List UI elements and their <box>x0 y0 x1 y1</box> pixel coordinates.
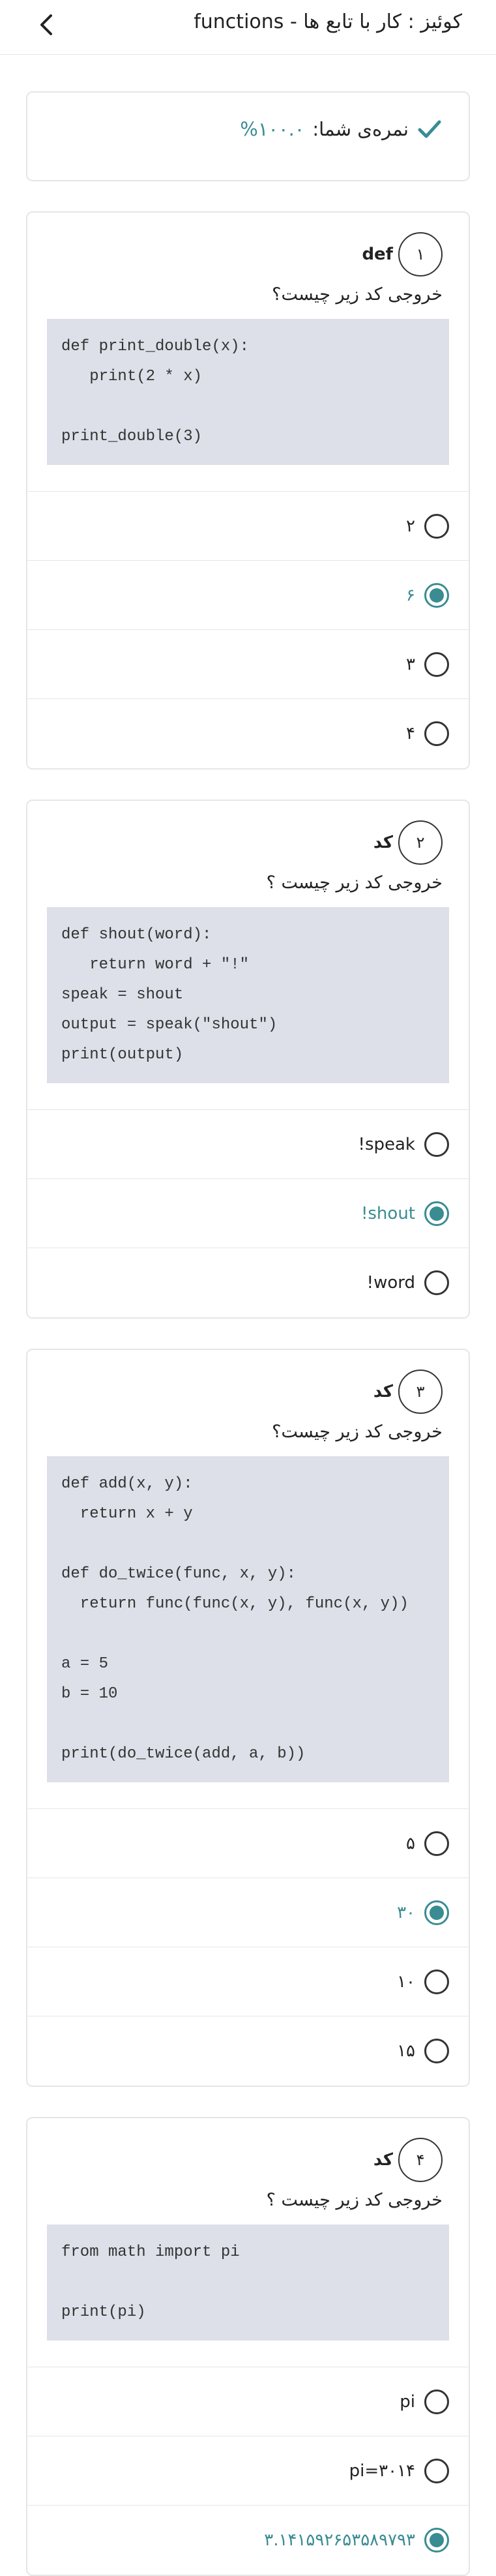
radio-button[interactable] <box>424 2389 449 2414</box>
option-label: pi=۳۰۱۴ <box>349 2461 415 2481</box>
answer-option[interactable]: ۴ <box>27 699 469 768</box>
chevron-left-icon[interactable] <box>34 12 60 38</box>
option-label: ۴ <box>406 724 415 743</box>
option-label: pi <box>400 2391 415 2412</box>
option-label: ۳ <box>406 654 415 674</box>
radio-button[interactable] <box>424 721 449 746</box>
radio-button[interactable] <box>424 513 449 539</box>
answer-option[interactable]: pi <box>27 2367 469 2436</box>
radio-button[interactable] <box>424 582 449 608</box>
score-card: نمره‌ی شما: %۱۰۰.۰ <box>26 91 470 181</box>
options-list: ۲ ۶ ۳ ۴ <box>27 491 469 768</box>
answer-option[interactable]: speak! <box>27 1110 469 1179</box>
option-label: ۱۵ <box>397 2041 415 2061</box>
answer-option[interactable]: ۳ <box>27 630 469 699</box>
option-label: ۲ <box>406 516 415 536</box>
question-number: ۱ <box>398 232 443 277</box>
option-label: ۳.۱۴۱۵۹۲۶۵۳۵۸۹۷۹۳ <box>264 2530 415 2550</box>
option-label: ۶ <box>406 585 415 605</box>
option-label: speak! <box>358 1134 415 1154</box>
radio-button[interactable] <box>424 1969 449 1994</box>
radio-button[interactable] <box>424 2528 449 2553</box>
answer-option[interactable]: ۱۵ <box>27 2016 469 2086</box>
answer-option[interactable]: ۵ <box>27 1809 469 1878</box>
answer-option[interactable]: shout! <box>27 1179 469 1248</box>
question-text: خروجی کد زیر چیست؟ <box>272 1422 443 1442</box>
option-label: ۱۰ <box>397 1971 415 1992</box>
answer-option[interactable]: pi=۳۰۱۴ <box>27 2436 469 2506</box>
answer-option[interactable]: ۶ <box>27 561 469 630</box>
question-text: خروجی کد زیر چیست؟ <box>272 284 443 305</box>
option-label: word! <box>366 1273 415 1293</box>
question-text: خروجی کد زیر چیست ؟ <box>266 2190 443 2210</box>
option-label: ۵ <box>406 1833 415 1853</box>
answer-option[interactable]: ۲ <box>27 492 469 561</box>
question-tag: کد <box>373 1382 393 1401</box>
score-value: %۱۰۰.۰ <box>240 118 305 140</box>
options-list: pi pi=۳۰۱۴ ۳.۱۴۱۵۹۲۶۵۳۵۸۹۷۹۳ <box>27 2367 469 2575</box>
question-text: خروجی کد زیر چیست ؟ <box>266 873 443 893</box>
code-block: def print_double(x): print(2 * x) print_… <box>47 319 449 465</box>
radio-button[interactable] <box>424 2458 449 2483</box>
question-card: ۱ def خروجی کد زیر چیست؟ def print_doubl… <box>26 211 470 770</box>
radio-button[interactable] <box>424 2039 449 2063</box>
question-number: ۲ <box>398 820 443 865</box>
code-block: def shout(word): return word + "!" speak… <box>47 907 449 1083</box>
answer-option[interactable]: ۳.۱۴۱۵۹۲۶۵۳۵۸۹۷۹۳ <box>27 2506 469 2575</box>
radio-button[interactable] <box>424 651 449 677</box>
header-bar: کوئیز : کار با تابع ها - functions <box>0 0 496 55</box>
check-icon <box>418 120 441 138</box>
answer-option[interactable]: word! <box>27 1248 469 1317</box>
option-label: ۳۰ <box>397 1902 415 1923</box>
option-label: shout! <box>360 1203 415 1223</box>
answer-option[interactable]: ۱۰ <box>27 1947 469 2016</box>
score-label: نمره‌ی شما: <box>312 118 409 140</box>
question-tag: کد <box>373 2150 393 2170</box>
radio-button[interactable] <box>424 1831 449 1856</box>
question-tag: def <box>362 245 393 264</box>
radio-button[interactable] <box>424 1201 449 1226</box>
question-number: ۳ <box>398 1370 443 1414</box>
radio-button[interactable] <box>424 1131 449 1157</box>
radio-button[interactable] <box>424 1270 449 1295</box>
options-list: speak! shout! word! <box>27 1109 469 1317</box>
question-card: ۴ کد خروجی کد زیر چیست ؟ from math impor… <box>26 2117 470 2576</box>
question-tag: کد <box>373 833 393 852</box>
radio-button[interactable] <box>424 1900 449 1925</box>
question-number: ۴ <box>398 2138 443 2182</box>
code-block: def add(x, y): return x + y def do_twice… <box>47 1456 449 1782</box>
code-block: from math import pi print(pi) <box>47 2224 449 2341</box>
options-list: ۵ ۳۰ ۱۰ ۱۵ <box>27 1808 469 2086</box>
answer-option[interactable]: ۳۰ <box>27 1878 469 1947</box>
question-card: ۳ کد خروجی کد زیر چیست؟ def add(x, y): r… <box>26 1349 470 2087</box>
question-list: ۱ def خروجی کد زیر چیست؟ def print_doubl… <box>0 211 496 2576</box>
question-card: ۲ کد خروجی کد زیر چیست ؟ def shout(word)… <box>26 800 470 1319</box>
page-title: کوئیز : کار با تابع ها - functions <box>194 10 462 33</box>
